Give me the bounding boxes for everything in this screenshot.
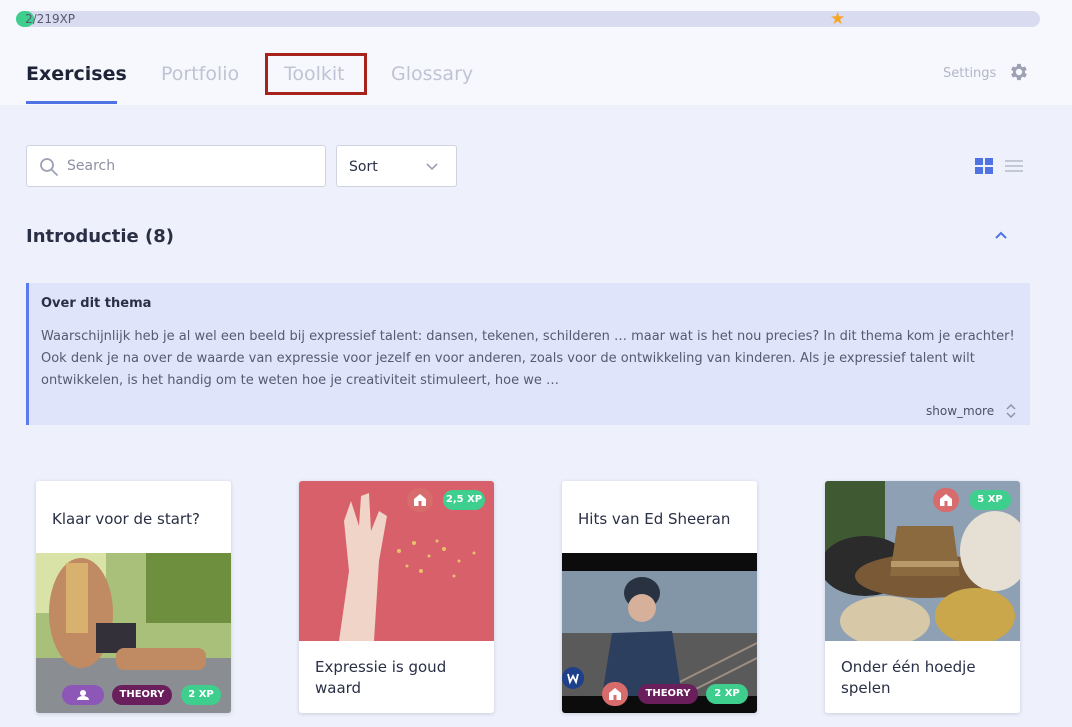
theme-description-title: Over dit thema (41, 296, 152, 311)
theme-description-panel: Over dit thema Waarschijnlijk heb je al … (26, 283, 1030, 425)
card-title: Onder één hoedje spelen (841, 658, 976, 697)
top-bar: 2/219XP ★ Exercises Portfolio Toolkit Gl… (0, 0, 1072, 105)
theory-badge: THEORY (112, 685, 172, 705)
card-title: Hits van Ed Sheeran (578, 510, 731, 528)
home-icon (933, 488, 959, 512)
expand-icon[interactable] (1005, 403, 1017, 419)
home-icon (407, 488, 433, 512)
person-icon (62, 685, 104, 705)
show-more-link[interactable]: show_more (926, 404, 994, 418)
home-icon (602, 682, 628, 706)
tab-portfolio[interactable]: Portfolio (161, 62, 239, 86)
gear-icon[interactable] (1008, 61, 1030, 83)
tab-exercises[interactable]: Exercises (26, 62, 127, 86)
search-input[interactable] (67, 146, 317, 186)
xp-progress-bar (16, 11, 1040, 27)
tab-glossary[interactable]: Glossary (391, 62, 473, 86)
sort-dropdown[interactable]: Sort (336, 145, 457, 187)
theme-description-text: Waarschijnlijk heb je al wel een beeld b… (41, 329, 1015, 388)
xp-badge: 2 XP (706, 684, 748, 704)
sort-label: Sort (349, 159, 378, 175)
warner-logo-icon (562, 667, 584, 689)
xp-progress-text: 2/219XP (25, 12, 76, 26)
chevron-down-icon (426, 163, 438, 171)
search-icon (40, 158, 58, 176)
xp-badge: 2 XP (181, 685, 221, 705)
active-tab-indicator (26, 101, 117, 104)
theory-badge: THEORY (638, 684, 698, 704)
settings-link[interactable]: Settings (943, 66, 996, 82)
exercise-card[interactable]: Klaar voor de start? THEORY 2 XP (36, 481, 231, 713)
card-title: Expressie is goud waard (315, 658, 447, 697)
xp-badge: 2,5 XP (443, 490, 485, 510)
star-icon: ★ (830, 9, 846, 29)
exercise-card[interactable]: 5 XP Onder één hoedje spelen (825, 481, 1020, 713)
search-box[interactable] (26, 145, 326, 187)
card-title: Klaar voor de start? (52, 510, 200, 528)
toolkit-highlight-box (265, 53, 367, 95)
exercise-card[interactable]: 2,5 XP Expressie is goud waard (299, 481, 494, 713)
section-title: Introductie (8) (26, 226, 174, 247)
list-view-icon[interactable] (1005, 158, 1023, 174)
grid-view-icon[interactable] (975, 158, 993, 174)
exercise-card[interactable]: Hits van Ed Sheeran THEORY 2 XP (562, 481, 757, 713)
xp-badge: 5 XP (969, 490, 1011, 510)
chevron-up-icon[interactable] (993, 228, 1009, 242)
